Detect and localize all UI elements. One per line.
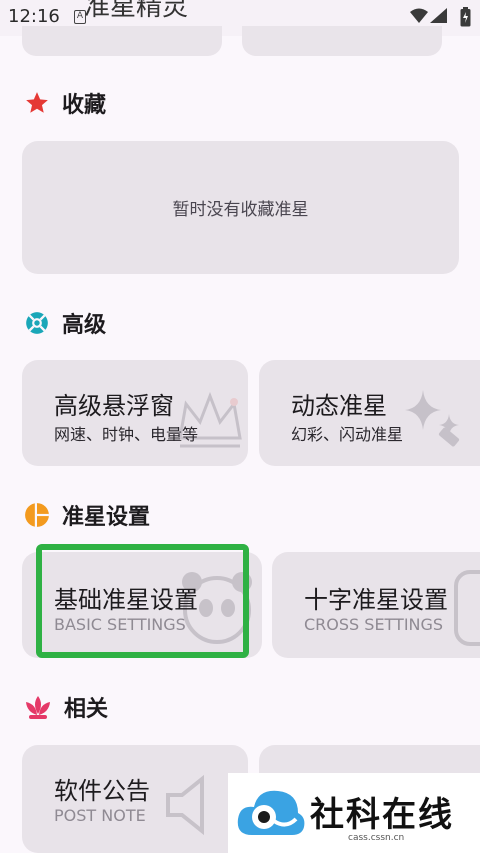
favorites-title: 收藏 [62,93,107,118]
dynamic-crosshair-title: 动态准星 [291,392,387,420]
watermark-logo [237,790,305,835]
cross-settings-subtitle: CROSS SETTINGS [304,615,444,634]
watermark: 社科在线 cass.cssn.cn [228,773,480,853]
lotus-icon [26,696,50,719]
star-icon [26,92,48,113]
notification-icon: A [74,10,86,24]
status-time: 12:16 [8,6,60,27]
advanced-header: 高级 [24,308,106,338]
signal-icon [430,8,447,23]
post-note-subtitle: POST NOTE [54,806,146,825]
wifi-icon [410,8,428,23]
advanced-float-window-card[interactable]: 高级悬浮窗 网速、时钟、电量等 [22,360,248,466]
watermark-text: 社科在线 [310,795,454,835]
app-title: 准星精灵 [84,0,189,22]
favorites-empty-card: 暂时没有收藏准星 [22,141,459,274]
battery-icon [460,7,471,27]
cross-settings-card[interactable]: 十字准星设置 CROSS SETTINGS [272,552,480,658]
related-header: 相关 [24,692,108,722]
dynamic-crosshair-subtitle: 幻彩、闪动准星 [291,425,404,444]
watermark-url: cass.cssn.cn [348,833,405,843]
scrolled-card-right[interactable] [242,26,442,56]
favorites-empty-text: 暂时没有收藏准星 [172,200,309,220]
post-note-title: 软件公告 [54,777,150,805]
sparkle-icon [405,390,460,447]
crosshair-settings-header: 准星设置 [24,500,150,530]
favorites-header: 收藏 [24,88,106,118]
advanced-float-window-title: 高级悬浮窗 [54,392,174,420]
crosshair-icon [454,570,480,646]
lifebuoy-icon [26,312,48,334]
highlight-box [36,544,249,658]
crosshair-settings-title: 准星设置 [62,505,151,530]
scrolled-card-left[interactable] [22,26,222,56]
post-note-card[interactable]: 软件公告 POST NOTE [22,745,248,853]
advanced-title: 高级 [62,313,107,338]
related-title: 相关 [64,697,109,722]
advanced-float-window-subtitle: 网速、时钟、电量等 [54,425,199,444]
pie-icon [25,503,49,527]
cross-settings-title: 十字准星设置 [304,586,448,614]
dynamic-crosshair-card[interactable]: 动态准星 幻彩、闪动准星 [259,360,480,466]
speaker-icon [166,774,204,836]
